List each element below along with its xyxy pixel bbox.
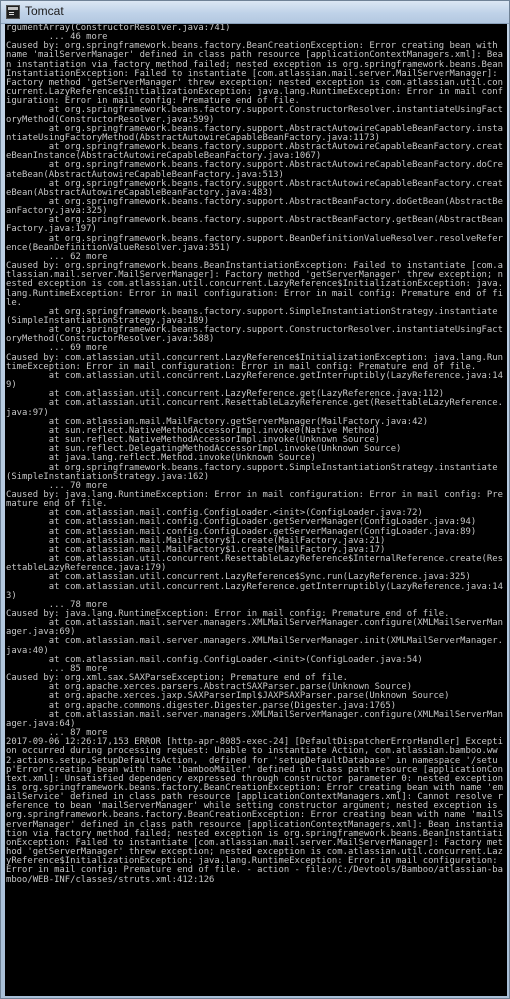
console-window-icon[interactable] [6,5,20,19]
tomcat-console-window: Tomcat rgumentArray(ConstructorResolver.… [0,0,510,999]
console-output-area[interactable]: rgumentArray(ConstructorResolver.java:74… [5,24,507,996]
console-log-text: rgumentArray(ConstructorResolver.java:74… [6,24,503,885]
window-title: Tomcat [25,4,64,18]
title-bar[interactable]: Tomcat [1,1,509,24]
